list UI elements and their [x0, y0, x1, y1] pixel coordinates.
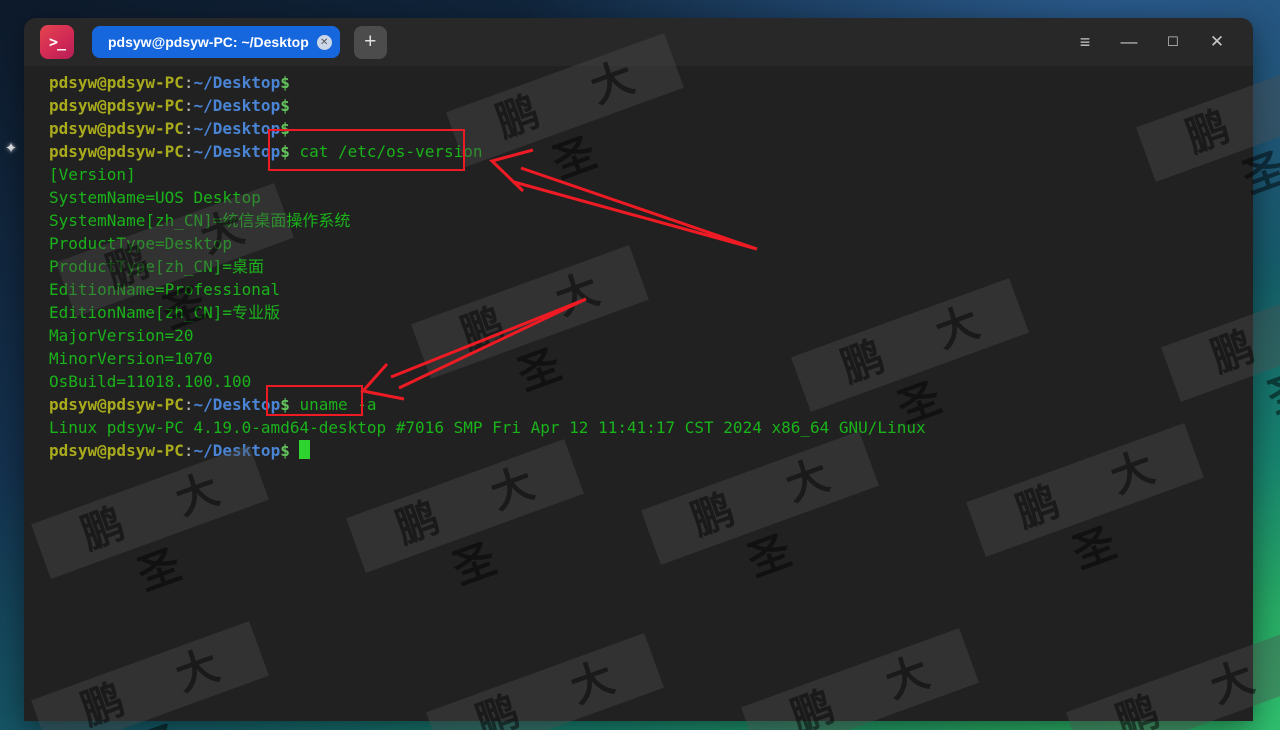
terminal-cursor: [299, 440, 311, 459]
terminal-line: OsBuild=11018.100.100: [49, 372, 252, 391]
terminal-line: Linux pdsyw-PC 4.19.0-amd64-desktop #701…: [49, 418, 926, 437]
terminal-line: EditionName=Professional: [49, 280, 281, 299]
terminal-line: ProductType=Desktop: [49, 234, 233, 253]
maximize-button[interactable]: ☐: [1151, 20, 1195, 64]
terminal-line: pdsyw@pdsyw-PC:~/Desktop$: [49, 119, 300, 138]
terminal-line: pdsyw@pdsyw-PC:~/Desktop$: [49, 96, 300, 115]
terminal-line: pdsyw@pdsyw-PC:~/Desktop$: [49, 439, 1243, 462]
terminal-line: SystemName=UOS Desktop: [49, 188, 261, 207]
tab-title: pdsyw@pdsyw-PC: ~/Desktop: [108, 34, 309, 50]
terminal-line: pdsyw@pdsyw-PC:~/Desktop$ cat /etc/os-ve…: [49, 142, 483, 161]
titlebar: >_ pdsyw@pdsyw-PC: ~/Desktop ✕ + ≡ — ☐ ✕: [24, 18, 1253, 66]
terminal-line: pdsyw@pdsyw-PC:~/Desktop$: [49, 73, 300, 92]
terminal-content[interactable]: pdsyw@pdsyw-PC:~/Desktop$ pdsyw@pdsyw-PC…: [24, 66, 1253, 721]
terminal-line: EditionName[zh_CN]=专业版: [49, 303, 281, 322]
terminal-line: MinorVersion=1070: [49, 349, 213, 368]
terminal-line: MajorVersion=20: [49, 326, 194, 345]
menu-icon[interactable]: ≡: [1063, 20, 1107, 64]
minimize-button[interactable]: —: [1107, 20, 1151, 64]
new-tab-button[interactable]: +: [353, 25, 387, 59]
terminal-line: pdsyw@pdsyw-PC:~/Desktop$ uname -a: [49, 395, 377, 414]
terminal-window: >_ pdsyw@pdsyw-PC: ~/Desktop ✕ + ≡ — ☐ ✕…: [24, 18, 1253, 721]
terminal-line: SystemName[zh_CN]=统信桌面操作系统: [49, 211, 351, 230]
terminal-line: [Version]: [49, 165, 136, 184]
tab-active[interactable]: pdsyw@pdsyw-PC: ~/Desktop ✕: [92, 26, 340, 58]
close-button[interactable]: ✕: [1195, 20, 1239, 64]
terminal-line: ProductType[zh_CN]=桌面: [49, 257, 265, 276]
wallpaper-star: ✦: [4, 140, 18, 157]
terminal-app-icon: >_: [40, 25, 74, 59]
tab-close-icon[interactable]: ✕: [316, 34, 332, 50]
